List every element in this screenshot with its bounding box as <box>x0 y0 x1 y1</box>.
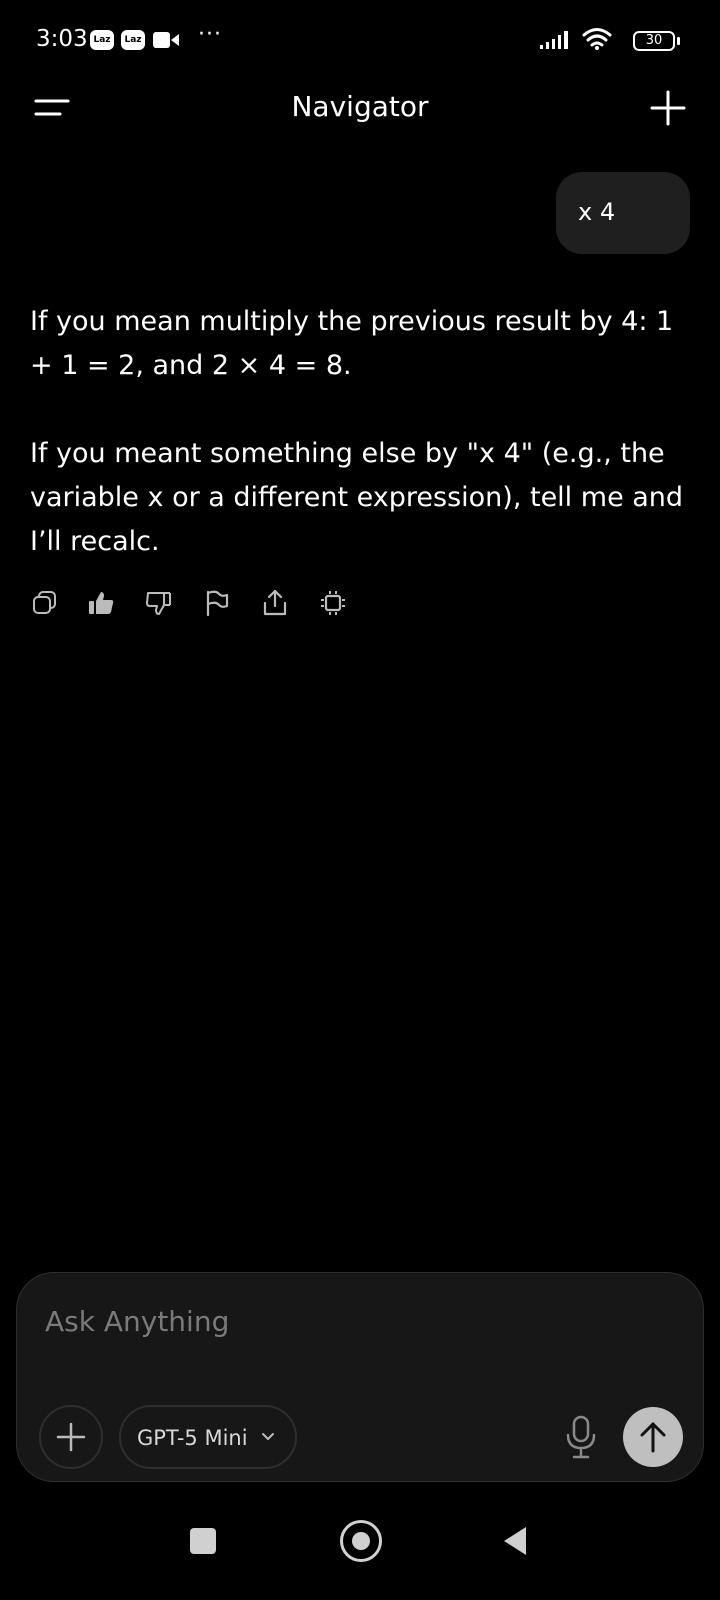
thumbs-up-icon[interactable] <box>86 588 116 618</box>
status-time: 3:03 <box>36 26 88 52</box>
status-bar: 3:03 Laz Laz ··· 30 <box>0 0 720 64</box>
back-icon[interactable] <box>502 1525 528 1557</box>
flag-icon[interactable] <box>202 588 232 618</box>
signal-icon <box>540 31 568 49</box>
plus-icon <box>56 1422 86 1452</box>
message-input[interactable] <box>45 1299 565 1343</box>
page-title: Navigator <box>291 90 429 123</box>
laz-notification-icon: Laz <box>121 30 145 50</box>
chip-icon[interactable] <box>318 588 348 618</box>
recents-button[interactable] <box>190 1528 216 1554</box>
app-header: Navigator <box>0 64 720 154</box>
attach-button[interactable] <box>39 1405 103 1469</box>
user-message-text: x 4 <box>578 198 616 226</box>
message-composer: GPT-5 Mini <box>16 1272 704 1482</box>
model-selector-label: GPT-5 Mini <box>137 1426 248 1450</box>
arrow-up-icon <box>640 1422 666 1453</box>
video-camera-icon <box>153 32 179 48</box>
model-selector[interactable]: GPT-5 Mini <box>119 1405 297 1469</box>
battery-tip <box>677 37 680 45</box>
thumbs-down-icon[interactable] <box>144 588 174 618</box>
microphone-icon[interactable] <box>561 1413 601 1461</box>
assistant-paragraph: If you meant something else by "x 4" (e.… <box>30 438 684 557</box>
home-dot <box>352 1532 370 1550</box>
share-icon[interactable] <box>260 588 290 618</box>
assistant-paragraph: If you mean multiply the previous result… <box>30 306 674 381</box>
assistant-message: If you mean multiply the previous result… <box>30 300 696 564</box>
more-notifications-icon: ··· <box>198 22 222 47</box>
user-message-bubble: x 4 <box>556 172 690 254</box>
system-nav-bar <box>0 1500 720 1600</box>
app-screen: 3:03 Laz Laz ··· 30 Navigator x 4 If you… <box>0 0 720 1600</box>
new-chat-icon[interactable] <box>644 86 692 130</box>
send-button[interactable] <box>623 1407 683 1467</box>
battery-icon: 30 <box>633 31 675 51</box>
chevron-down-icon <box>262 1433 274 1440</box>
home-button[interactable] <box>340 1520 382 1562</box>
wifi-icon <box>582 28 612 50</box>
laz-notification-icon: Laz <box>90 30 114 50</box>
copy-icon[interactable] <box>30 588 60 618</box>
